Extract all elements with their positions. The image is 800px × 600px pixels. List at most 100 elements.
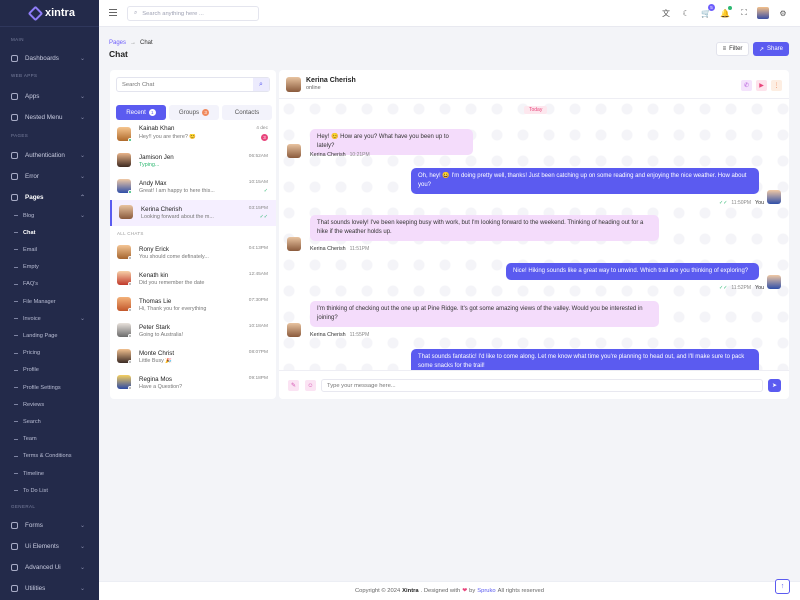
message-area[interactable]: Today Hey! 😊 How are you? What have you … <box>279 99 789 370</box>
chevron-down-icon: ⌄ <box>79 114 85 121</box>
sidebar-subitem-label: Profile Settings <box>23 384 61 391</box>
section-general: GENERAL <box>11 504 36 509</box>
menu-toggle-icon[interactable] <box>109 9 117 16</box>
sidebar-subitem-profile[interactable]: Profile <box>0 365 99 376</box>
filter-button[interactable]: ≡ Filter <box>716 42 749 56</box>
sidebar-subitem-label: Terms & Conditions <box>23 453 72 460</box>
video-icon[interactable]: ▶ <box>756 80 767 91</box>
avatar <box>287 237 301 251</box>
fullscreen-icon[interactable]: ⛶ <box>738 7 750 19</box>
chat-item[interactable]: Monte Christ Little Busy 🎉 08:07PM <box>110 344 276 370</box>
section-main: MAIN <box>11 37 24 42</box>
chat-item[interactable]: Thomas Lie Hi, Thank you for everything … <box>110 292 276 318</box>
chevron-up-icon: ⌃ <box>79 194 85 201</box>
offline-dot <box>128 386 132 390</box>
bell-icon[interactable]: 🔔 <box>719 6 732 19</box>
arrow-right-icon: → <box>130 40 137 46</box>
chat-item[interactable]: Jamison Jen Typing... 06:52AM <box>110 148 276 174</box>
sidebar-subitem-terms-conditions[interactable]: Terms & Conditions <box>0 451 99 462</box>
section-web-apps: WEB APPS <box>11 73 38 78</box>
breadcrumb: Pages → Chat <box>109 40 153 46</box>
chevron-down-icon: ⌄ <box>79 564 85 571</box>
cart-icon[interactable]: 🛒 5 <box>700 4 715 19</box>
chat-preview: Looking forward about the m... <box>141 214 214 220</box>
paperclip-icon[interactable]: ✎ <box>288 380 299 391</box>
sidebar-subitem-email[interactable]: Email <box>0 244 99 255</box>
sidebar-subitem-label: To Do List <box>23 487 48 494</box>
sidebar-subitem-blog[interactable]: Blog ⌄ <box>0 210 99 221</box>
sidebar-subitem-invoice[interactable]: Invoice ⌄ <box>0 313 99 324</box>
more-vertical-icon[interactable]: ⋮ <box>771 80 782 91</box>
sidebar-item-ui-elements[interactable]: Ui Elements ⌄ <box>0 539 99 553</box>
sidebar-subitem-file-manager[interactable]: File Manager <box>0 296 99 307</box>
footer-author-link[interactable]: Spruko <box>477 588 495 594</box>
emoji-icon[interactable]: ☺ <box>305 380 316 391</box>
language-icon[interactable]: 文 <box>660 7 672 19</box>
chat-preview: Have a Question? <box>139 384 183 390</box>
chat-item[interactable]: Regina Mos Have a Question? 09:18PM <box>110 370 276 396</box>
footer-brand[interactable]: Xintra <box>402 588 418 594</box>
tab-count: 1 <box>148 109 156 116</box>
sidebar-item-advanced-ui[interactable]: Advanced Ui ⌄ <box>0 560 99 574</box>
chat-item[interactable]: Peter Stark Going to Australia! 10:18AM <box>110 318 276 344</box>
sidebar-subitem-search[interactable]: Search <box>0 416 99 427</box>
sidebar-subitem-reviews[interactable]: Reviews <box>0 399 99 410</box>
tab-contacts[interactable]: Contacts <box>222 105 272 120</box>
sidebar-subitem-landing-page[interactable]: Landing Page <box>0 330 99 341</box>
phone-icon[interactable]: ✆ <box>741 80 752 91</box>
sidebar-item-error[interactable]: Error ⌄ <box>0 169 99 183</box>
chat-name: Jamison Jen <box>139 154 174 161</box>
avatar <box>117 153 131 167</box>
sidebar-item-pages[interactable]: Pages ⌃ <box>0 190 99 204</box>
scroll-to-top-button[interactable]: ↑ <box>775 579 790 594</box>
sidebar-item-apps[interactable]: Apps ⌄ <box>0 89 99 103</box>
apps-icon <box>11 92 18 100</box>
sidebar-subitem-timeline[interactable]: Timeline <box>0 468 99 479</box>
sidebar-subitem-empty[interactable]: Empty <box>0 262 99 273</box>
contact-avatar[interactable] <box>286 77 301 92</box>
sidebar-subitem-profile-settings[interactable]: Profile Settings <box>0 382 99 393</box>
gear-icon[interactable]: ⚙ <box>777 7 789 19</box>
bullet-icon <box>14 387 18 388</box>
bullet-icon <box>14 266 18 268</box>
page-title: Chat <box>109 49 128 59</box>
sidebar-item-authentication[interactable]: Authentication ⌄ <box>0 148 99 162</box>
sidebar-subitem-pricing[interactable]: Pricing <box>0 348 99 359</box>
send-icon[interactable]: ➤ <box>768 379 781 392</box>
contact-name[interactable]: Kerina Cherish <box>306 77 356 84</box>
chat-item-active[interactable]: Kerina Cherish Looking forward about the… <box>110 200 276 226</box>
chat-item[interactable]: Andy Max Great! I am happy to here this.… <box>110 174 276 200</box>
moon-icon[interactable]: ☾ <box>680 7 692 19</box>
sidebar-subitem-to-do-list[interactable]: To Do List <box>0 485 99 496</box>
chat-item[interactable]: Rony Erick You should come definately...… <box>110 240 276 266</box>
chat-search-input[interactable] <box>117 78 253 91</box>
online-dot <box>128 190 132 194</box>
chat-name: Rony Erick <box>139 246 169 253</box>
sidebar-subitem-chat[interactable]: Chat <box>0 227 99 238</box>
chat-item[interactable]: Kainab Khan Hey!! you are there? 😊 4 dec… <box>110 125 276 147</box>
search-icon[interactable]: ⌕ <box>253 78 269 91</box>
chat-item[interactable]: Kenath kin Did you remember the date 12:… <box>110 266 276 292</box>
chat-name: Regina Mos <box>139 376 173 383</box>
message-meta: Kerina Cherish 11:55PM <box>310 332 369 338</box>
share-button[interactable]: ↗ Share <box>753 42 789 56</box>
sidebar-subitem-label: File Manager <box>23 298 56 305</box>
brand-logo[interactable]: xintra <box>0 0 99 27</box>
sidebar-subitem-faq-s[interactable]: FAQ's <box>0 279 99 290</box>
offline-dot <box>128 360 132 364</box>
message-sender: Kerina Cherish <box>310 152 346 158</box>
header-search[interactable]: ⌕ Search anything here ... <box>127 6 259 21</box>
sidebar-item-utilities[interactable]: Utilities ⌄ <box>0 581 99 595</box>
sidebar-item-forms[interactable]: Forms ⌄ <box>0 518 99 532</box>
sidebar-subitem-team[interactable]: Team <box>0 434 99 445</box>
bullet-icon <box>14 249 18 251</box>
tab-groups[interactable]: Groups 3 <box>169 105 219 120</box>
heart-icon: ❤ <box>462 588 468 594</box>
sidebar-item-dashboards[interactable]: Dashboards ⌄ <box>0 51 99 65</box>
tab-recent[interactable]: Recent 1 <box>116 105 166 120</box>
day-divider: Today <box>524 106 548 114</box>
message-input[interactable] <box>321 379 763 392</box>
user-avatar[interactable] <box>757 7 769 19</box>
breadcrumb-parent[interactable]: Pages <box>109 40 126 46</box>
sidebar-item-nested-menu[interactable]: Nested Menu ⌄ <box>0 110 99 124</box>
